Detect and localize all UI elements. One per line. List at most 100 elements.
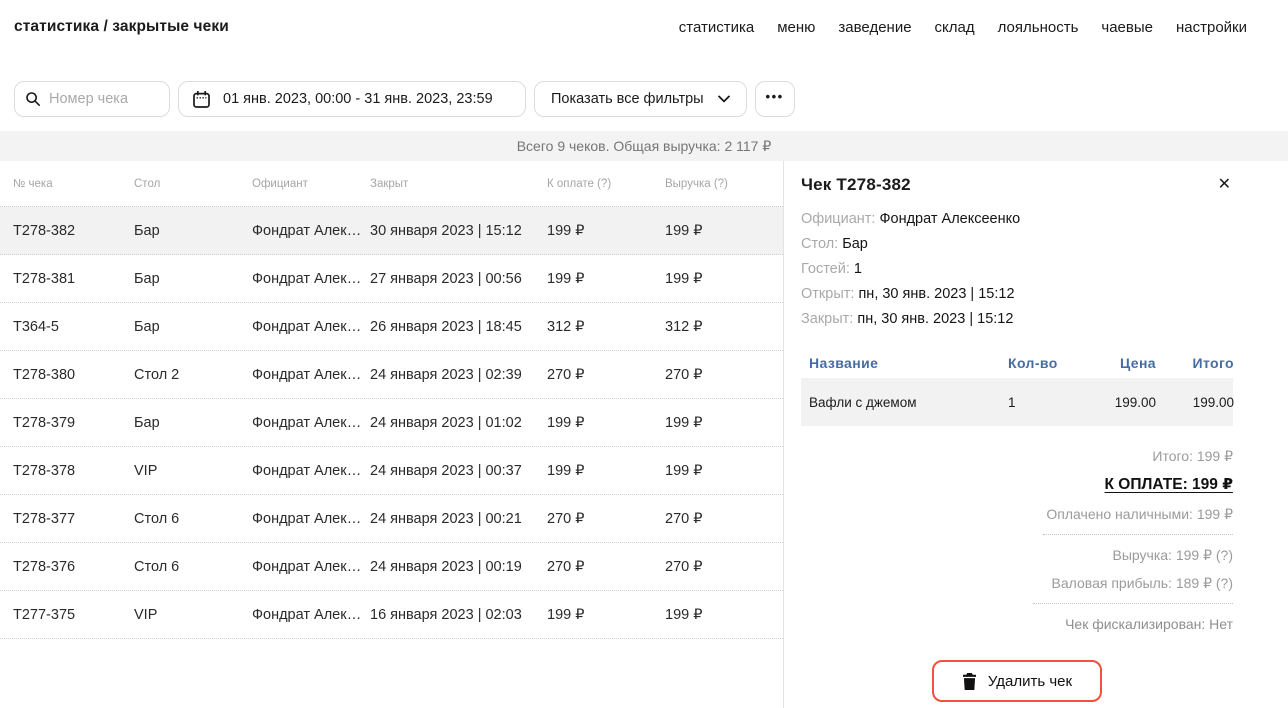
- subtotal-line: Итого: 199 ₽: [801, 442, 1233, 470]
- table-row[interactable]: T278-380 Стол 2 Фондрат Алекс... 24 янва…: [0, 351, 783, 399]
- col-revenue: Выручка (?): [665, 178, 783, 190]
- receipt-to-pay: 199 ₽: [547, 607, 665, 623]
- table-header-row: № чека Стол Официант Закрыт К оплате (?)…: [0, 161, 783, 207]
- totals-divider: [1033, 603, 1233, 604]
- receipt-to-pay: 270 ₽: [547, 511, 665, 527]
- receipt-id: T277-375: [13, 607, 134, 623]
- table-row[interactable]: T278-379 Бар Фондрат Алекс... 24 января …: [0, 399, 783, 447]
- receipt-revenue: 199 ₽: [665, 271, 783, 287]
- receipt-id: T364-5: [13, 319, 134, 335]
- gross-profit-line: Валовая прибыль: 189 ₽ (?): [801, 569, 1233, 597]
- items-col-name: Название: [809, 355, 1008, 371]
- receipt-closed: 24 января 2023 | 00:19: [370, 559, 547, 575]
- topbar: статистика / закрытые чеки статистика ме…: [0, 0, 1288, 44]
- delete-receipt-button[interactable]: Удалить чек: [932, 660, 1102, 702]
- receipt-table: Бар: [134, 415, 252, 431]
- receipt-id: T278-378: [13, 463, 134, 479]
- receipt-items-table: Название Кол-во Цена Итого Вафли с джемо…: [801, 348, 1233, 426]
- receipt-waiter: Фондрат Алекс...: [252, 607, 370, 623]
- receipt-id: T278-377: [13, 511, 134, 527]
- items-col-price: Цена: [1078, 355, 1156, 371]
- receipt-details: Официант: Фондрат Алексеенко Стол: Бар Г…: [801, 207, 1233, 332]
- to-pay-line: К ОПЛАТЕ: 199 ₽: [801, 470, 1233, 500]
- receipt-waiter: Фондрат Алекс...: [252, 463, 370, 479]
- item-total: 199.00: [1156, 395, 1234, 410]
- trash-icon: [962, 673, 977, 690]
- receipt-id: T278-382: [13, 223, 134, 239]
- receipt-id: T278-379: [13, 415, 134, 431]
- items-header-row: Название Кол-во Цена Итого: [801, 348, 1233, 378]
- date-range-label: 01 янв. 2023, 00:00 - 31 янв. 2023, 23:5…: [223, 91, 493, 107]
- receipt-to-pay: 199 ₽: [547, 223, 665, 239]
- paid-cash-line: Оплачено наличными: 199 ₽: [801, 500, 1233, 528]
- receipt-closed: 24 января 2023 | 01:02: [370, 415, 547, 431]
- nav-warehouse[interactable]: склад: [935, 19, 975, 36]
- receipts-table: № чека Стол Официант Закрыт К оплате (?)…: [0, 161, 783, 639]
- receipt-table: Бар: [134, 223, 252, 239]
- receipt-revenue: 312 ₽: [665, 319, 783, 335]
- date-range-button[interactable]: 01 янв. 2023, 00:00 - 31 янв. 2023, 23:5…: [178, 81, 526, 117]
- nav-settings[interactable]: настройки: [1176, 19, 1247, 36]
- receipt-revenue: 270 ₽: [665, 559, 783, 575]
- table-row[interactable]: T277-375 VIP Фондрат Алекс... 16 января …: [0, 591, 783, 639]
- receipt-to-pay: 270 ₽: [547, 559, 665, 575]
- receipt-id: T278-380: [13, 367, 134, 383]
- detail-waiter: Официант: Фондрат Алексеенко: [801, 207, 1233, 232]
- detail-guests: Гостей: 1: [801, 257, 1233, 282]
- receipt-waiter: Фондрат Алекс...: [252, 223, 370, 239]
- receipt-revenue: 270 ₽: [665, 367, 783, 383]
- nav-statistics[interactable]: статистика: [679, 19, 754, 36]
- receipt-closed: 27 января 2023 | 00:56: [370, 271, 547, 287]
- receipt-revenue: 199 ₽: [665, 415, 783, 431]
- table-row[interactable]: T278-377 Стол 6 Фондрат Алекс... 24 янва…: [0, 495, 783, 543]
- receipt-search-box[interactable]: [14, 81, 170, 117]
- table-row[interactable]: T278-378 VIP Фондрат Алекс... 24 января …: [0, 447, 783, 495]
- show-all-filters-label: Показать все фильтры: [551, 91, 704, 107]
- nav-menu[interactable]: меню: [777, 19, 815, 36]
- receipt-closed: 24 января 2023 | 00:37: [370, 463, 547, 479]
- table-row[interactable]: T278-376 Стол 6 Фондрат Алекс... 24 янва…: [0, 543, 783, 591]
- receipt-table: VIP: [134, 463, 252, 479]
- receipt-closed: 24 января 2023 | 00:21: [370, 511, 547, 527]
- receipt-waiter: Фондрат Алекс...: [252, 271, 370, 287]
- receipt-to-pay: 312 ₽: [547, 319, 665, 335]
- receipt-detail-panel: Чек T278-382 ✕ Официант: Фондрат Алексее…: [783, 161, 1288, 708]
- chevron-down-icon: [718, 95, 730, 103]
- totals-divider: [1043, 534, 1233, 535]
- item-name: Вафли с джемом: [809, 395, 1008, 410]
- close-icon[interactable]: ✕: [1216, 175, 1233, 195]
- receipt-closed: 24 января 2023 | 02:39: [370, 367, 547, 383]
- item-row: Вафли с джемом 1 199.00 199.00: [801, 378, 1233, 426]
- nav-tips[interactable]: чаевые: [1101, 19, 1153, 36]
- nav-venue[interactable]: заведение: [838, 19, 911, 36]
- delete-receipt-label: Удалить чек: [988, 673, 1072, 690]
- table-row[interactable]: T278-382 Бар Фондрат Алекс... 30 января …: [0, 207, 783, 255]
- receipt-table: VIP: [134, 607, 252, 623]
- col-waiter: Официант: [252, 178, 370, 190]
- revenue-line: Выручка: 199 ₽ (?): [801, 541, 1233, 569]
- table-row[interactable]: T278-381 Бар Фондрат Алекс... 27 января …: [0, 255, 783, 303]
- receipt-waiter: Фондрат Алекс...: [252, 415, 370, 431]
- receipt-waiter: Фондрат Алекс...: [252, 511, 370, 527]
- receipt-revenue: 270 ₽: [665, 511, 783, 527]
- receipt-closed: 30 января 2023 | 15:12: [370, 223, 547, 239]
- receipt-totals: Итого: 199 ₽ К ОПЛАТЕ: 199 ₽ Оплачено на…: [801, 442, 1233, 638]
- receipt-table: Стол 6: [134, 559, 252, 575]
- calendar-icon: [193, 91, 210, 108]
- fiscalized-line: Чек фискализирован: Нет: [801, 610, 1233, 638]
- receipt-to-pay: 270 ₽: [547, 367, 665, 383]
- receipt-table: Бар: [134, 319, 252, 335]
- receipt-to-pay: 199 ₽: [547, 415, 665, 431]
- items-col-qty: Кол-во: [1008, 355, 1078, 371]
- search-input[interactable]: [49, 91, 159, 107]
- table-row[interactable]: T364-5 Бар Фондрат Алекс... 26 января 20…: [0, 303, 783, 351]
- show-all-filters-button[interactable]: Показать все фильтры: [534, 81, 747, 117]
- receipt-waiter: Фондрат Алекс...: [252, 559, 370, 575]
- nav-loyalty[interactable]: лояльность: [998, 19, 1079, 36]
- main-nav: статистика меню заведение склад лояльнос…: [679, 19, 1247, 36]
- more-filters-button[interactable]: •••: [755, 81, 795, 117]
- col-closed: Закрыт: [370, 178, 547, 190]
- filter-bar: 01 янв. 2023, 00:00 - 31 янв. 2023, 23:5…: [14, 81, 795, 117]
- receipt-to-pay: 199 ₽: [547, 271, 665, 287]
- search-icon: [25, 91, 41, 107]
